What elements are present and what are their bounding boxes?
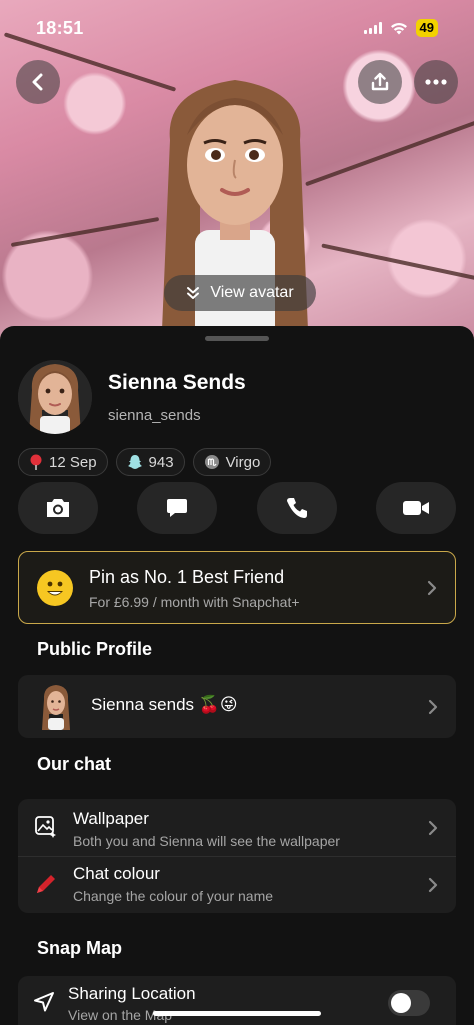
profile-sheet: Sienna Sends sienna_sends 12 Sep 943 Vir… [0, 326, 474, 1025]
chat-colour-row[interactable]: Chat colour Change the colour of your na… [18, 856, 456, 913]
red-pin-icon [30, 454, 42, 470]
back-button[interactable] [16, 60, 60, 104]
username: sienna_sends [108, 407, 201, 424]
snap-map-heading: Snap Map [37, 938, 123, 958]
phone-icon [286, 498, 307, 518]
red-crayon-icon [37, 875, 55, 893]
birthday-label: 12 Sep [49, 453, 97, 471]
camera-icon [47, 499, 69, 517]
public-profile-heading: Public Profile [37, 639, 153, 659]
chat-icon [167, 499, 188, 517]
display-name: Sienna Sends [108, 371, 246, 394]
quick-actions [18, 482, 456, 534]
smiling-emoji-icon [37, 570, 73, 606]
profile-chips: 12 Sep 943 Virgo [18, 448, 272, 476]
status-indicators: 49 [363, 19, 438, 37]
cellular-signal-icon [363, 22, 382, 34]
snap-score-label: 943 [148, 453, 174, 471]
sharing-location-title: Sharing Location [68, 984, 196, 1003]
branch-decoration [305, 117, 474, 187]
video-icon [402, 501, 429, 515]
camera-button[interactable] [18, 482, 98, 534]
public-profile-card[interactable]: Sienna sends 🍒😜 [18, 675, 456, 738]
pin-subtitle: For £6.99 / month with Snapchat+ [89, 594, 300, 610]
sharing-location-toggle[interactable] [388, 990, 430, 1016]
chat-colour-subtitle: Change the colour of your name [73, 888, 274, 904]
wallpaper-title: Wallpaper [73, 809, 149, 828]
chevron-right-icon [428, 820, 438, 835]
wallpaper-subtitle: Both you and Sienna will see the wallpap… [73, 833, 340, 849]
status-bar: 18:51 49 [0, 0, 474, 56]
avatar[interactable] [18, 360, 92, 434]
toggle-knob [391, 993, 411, 1013]
video-call-button[interactable] [375, 482, 456, 534]
chat-colour-title: Chat colour [73, 864, 160, 883]
profile-header-background: 18:51 49 View avatar [0, 0, 474, 345]
snap-score-chip[interactable]: 943 [115, 448, 185, 476]
wallpaper-row[interactable]: Wallpaper Both you and Sienna will see t… [18, 799, 456, 856]
voice-call-button[interactable] [256, 482, 337, 534]
branch-decoration [321, 243, 474, 281]
zodiac-chip[interactable]: Virgo [192, 448, 272, 476]
pin-best-friend-card[interactable]: Pin as No. 1 Best Friend For £6.99 / mon… [18, 551, 456, 624]
chat-button[interactable] [137, 482, 218, 534]
sharing-location-row[interactable]: Sharing Location View on the Map [18, 976, 456, 1025]
chevron-right-icon [428, 699, 438, 714]
wifi-icon [390, 22, 408, 35]
public-profile-avatar [38, 684, 74, 730]
sheet-grabber[interactable] [205, 336, 269, 341]
virgo-zodiac-icon [204, 455, 219, 469]
home-indicator[interactable] [153, 1011, 321, 1016]
pin-title: Pin as No. 1 Best Friend [89, 567, 285, 587]
chevron-right-icon [427, 580, 437, 595]
branch-decoration [10, 217, 160, 247]
public-profile-name: Sienna sends 🍒😜 [91, 695, 238, 714]
share-button[interactable] [358, 60, 402, 104]
zodiac-label: Virgo [225, 453, 261, 471]
share-icon [371, 72, 389, 91]
chevron-left-icon [32, 73, 43, 91]
view-avatar-label: View avatar [210, 284, 294, 301]
double-chevron-down-icon [187, 287, 200, 299]
snapchat-ghost-icon [127, 455, 142, 469]
view-avatar-button[interactable]: View avatar [164, 275, 316, 311]
birthday-chip[interactable]: 12 Sep [18, 448, 108, 476]
battery-indicator: 49 [415, 19, 438, 37]
status-time: 18:51 [36, 17, 84, 38]
ellipsis-icon [425, 79, 447, 85]
more-options-button[interactable] [414, 60, 458, 104]
wallpaper-icon [35, 816, 56, 838]
chevron-right-icon [428, 877, 438, 892]
location-arrow-icon [34, 992, 54, 1012]
our-chat-heading: Our chat [37, 754, 112, 774]
our-chat-card: Wallpaper Both you and Sienna will see t… [18, 799, 456, 913]
